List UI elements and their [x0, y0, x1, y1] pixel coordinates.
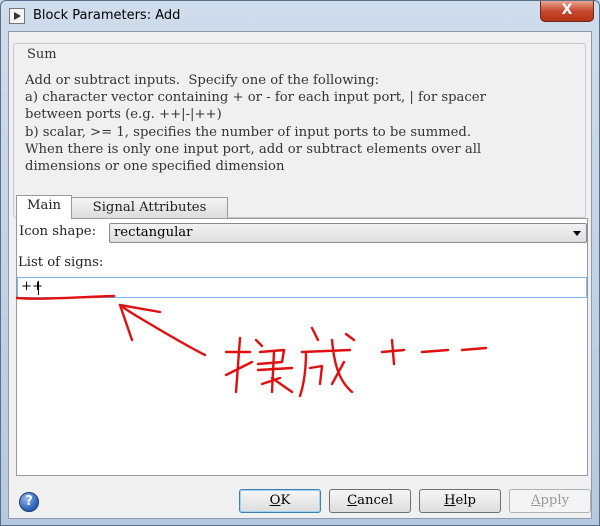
description-line: a) character vector containing + or - fo…	[25, 90, 486, 106]
apply-label-rest: pply	[540, 493, 570, 508]
help-button[interactable]: Help	[419, 489, 501, 513]
help-label-rest: elp	[455, 493, 476, 508]
title-bar[interactable]: Block Parameters: Add X	[1, 1, 599, 31]
description-line: b) scalar, >= 1, specifies the number of…	[25, 124, 472, 140]
window-title: Block Parameters: Add	[33, 8, 181, 23]
cancel-button[interactable]: Cancel	[329, 489, 411, 513]
close-icon: X	[561, 2, 573, 18]
text-caret	[38, 281, 39, 295]
block-description-group: Sum Add or subtract inputs. Specify one …	[13, 43, 586, 218]
block-name: Sum	[24, 47, 60, 62]
block-description: Add or subtract inputs. Specify one of t…	[25, 72, 585, 175]
icon-shape-label: Icon shape:	[19, 224, 97, 239]
list-of-signs-input[interactable]: ++	[17, 277, 587, 298]
dialog-window: Block Parameters: Add X Sum Add or subtr…	[0, 0, 600, 526]
ok-label-rest: K	[280, 493, 291, 508]
simulink-app-icon	[9, 8, 25, 24]
description-line: between ports (e.g. ++|-|++)	[25, 107, 222, 123]
list-of-signs-value: ++	[21, 279, 44, 294]
ok-mnemonic: O	[269, 493, 281, 508]
description-line: dimensions or one specified dimension	[25, 159, 285, 175]
cancel-mnemonic: C	[347, 493, 358, 508]
list-of-signs-label: List of signs:	[18, 255, 104, 270]
icon-shape-dropdown[interactable]: rectangular	[109, 223, 587, 243]
cancel-label-rest: ancel	[357, 493, 393, 508]
close-button[interactable]: X	[540, 1, 594, 22]
help-mnemonic: H	[444, 493, 456, 508]
chevron-down-icon	[573, 231, 581, 236]
icon-shape-value: rectangular	[114, 225, 193, 240]
tab-signal-attributes[interactable]: Signal Attributes	[72, 197, 228, 219]
description-line: When there is only one input port, add o…	[25, 141, 482, 157]
tab-main[interactable]: Main	[16, 195, 72, 219]
description-line: Add or subtract inputs. Specify one of t…	[25, 73, 380, 88]
apply-button: Apply	[509, 489, 591, 513]
help-question-icon[interactable]: ?	[19, 492, 39, 512]
dialog-body: Sum Add or subtract inputs. Specify one …	[8, 31, 592, 519]
ok-button[interactable]: OK	[239, 489, 321, 513]
